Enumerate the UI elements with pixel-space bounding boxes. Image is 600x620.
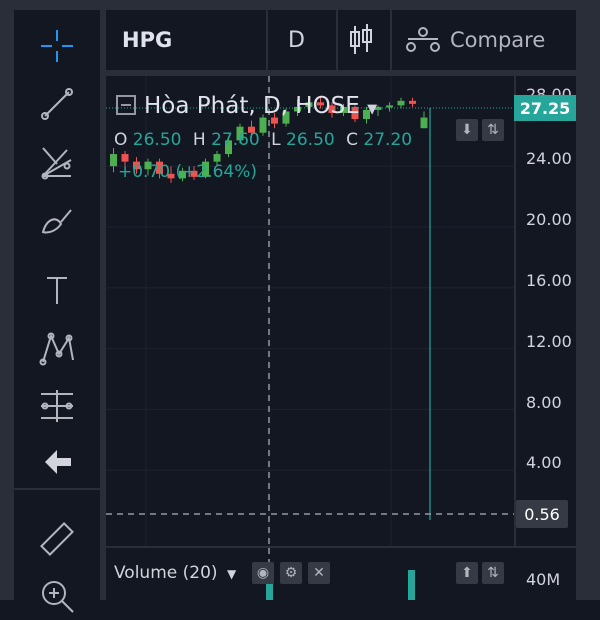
move-down-button[interactable]: ⬇	[456, 119, 478, 141]
compare-label: Compare	[450, 28, 546, 52]
fib-icon	[41, 147, 72, 180]
open-value: 26.50	[132, 130, 182, 150]
legend-dropdown-icon[interactable]: ▼	[367, 102, 377, 117]
candle-body	[386, 105, 393, 108]
pattern-icon	[39, 332, 74, 366]
ruler-icon	[40, 522, 74, 556]
gear-icon: ⚙	[284, 565, 298, 581]
candles-icon	[350, 24, 372, 54]
candle-body	[409, 100, 416, 104]
close-value: 27.20	[363, 130, 413, 150]
candle-body	[110, 154, 117, 167]
legend-collapse-icon[interactable]	[116, 94, 136, 115]
interval-button[interactable]: D	[288, 10, 305, 70]
legend-title[interactable]: Hòa Phát, D, HOSE ▼	[116, 93, 377, 119]
volume-sort-button[interactable]: ⇅	[482, 562, 504, 584]
volume-settings-button[interactable]: ⚙	[280, 562, 302, 584]
price-tick: 4.00	[526, 453, 562, 472]
drawing-toolbar	[14, 10, 100, 613]
topbar-divider	[390, 10, 392, 70]
open-key: O	[114, 130, 128, 150]
crosshair-price-tag: 0.56	[516, 500, 568, 528]
high-value: 27.60	[211, 130, 260, 150]
candle-body	[213, 154, 221, 162]
high-key: H	[192, 130, 206, 150]
volume-remove-button[interactable]: ✕	[308, 562, 330, 584]
prediction-tool[interactable]	[14, 382, 100, 430]
brush-icon	[41, 209, 72, 234]
arrow-down-icon: ⬇	[461, 122, 473, 138]
trendline-tool[interactable]	[14, 80, 100, 128]
candle-body	[420, 117, 428, 129]
pattern-tool[interactable]	[14, 324, 100, 372]
crosshair-tool[interactable]	[14, 22, 100, 70]
legend-ohlc: O 26.50 H 27.60 L 26.50 C 27.20	[114, 130, 418, 150]
legend-change: +0.70 (+2.64%)	[118, 162, 258, 182]
candle-body	[397, 100, 405, 106]
ruler-tool[interactable]	[14, 516, 100, 564]
window-edge	[578, 0, 600, 600]
close-icon: ✕	[313, 565, 325, 581]
legend-symbol-title: Hòa Phát, D, HOSE	[144, 93, 360, 119]
topbar-divider	[336, 10, 338, 70]
text-tool[interactable]	[14, 266, 100, 314]
brush-tool[interactable]	[14, 196, 100, 244]
zoom-tool[interactable]	[14, 572, 100, 620]
price-tick: 24.00	[526, 149, 572, 168]
chart-type-button[interactable]	[348, 10, 374, 70]
eye-icon: ◉	[256, 565, 270, 581]
price-tick: 16.00	[526, 271, 572, 290]
volume-move-up-button[interactable]: ⬆	[456, 562, 478, 584]
low-value: 26.50	[286, 130, 335, 150]
settings-sort-button[interactable]: ⇅	[482, 119, 504, 141]
back-tool[interactable]	[14, 438, 100, 486]
volume-dropdown-icon[interactable]: ▼	[227, 567, 236, 581]
low-key: L	[271, 130, 281, 150]
close-key: C	[346, 130, 358, 150]
topbar-divider	[266, 10, 268, 70]
compare-icon	[406, 27, 440, 52]
symbol-search[interactable]: HPG	[122, 10, 172, 70]
volume-label: Volume (20)	[114, 563, 218, 583]
trendline-icon	[41, 88, 73, 120]
back-arrow-icon	[45, 450, 71, 474]
text-icon	[47, 277, 67, 304]
top-bar: HPG D Compare	[106, 10, 576, 70]
volume-tick: 40M	[526, 570, 561, 589]
crosshair-icon	[41, 30, 73, 62]
volume-bar	[408, 570, 415, 600]
arrow-up-icon: ⬆	[461, 565, 473, 581]
last-price-tag: 27.25	[514, 95, 576, 121]
sort-icon: ⇅	[487, 122, 499, 138]
toolbar-divider	[14, 488, 100, 490]
candle-body	[121, 154, 129, 162]
volume-legend[interactable]: Volume (20) ▼	[114, 563, 236, 583]
volume-visibility-button[interactable]: ◉	[252, 562, 274, 584]
prediction-icon	[41, 390, 73, 422]
price-tick: 12.00	[526, 332, 572, 351]
compare-button[interactable]: Compare	[404, 10, 545, 70]
price-tick: 20.00	[526, 210, 572, 229]
zoom-icon	[42, 581, 74, 613]
fib-tool[interactable]	[14, 138, 100, 186]
price-tick: 8.00	[526, 393, 562, 412]
sort-icon: ⇅	[487, 565, 499, 581]
